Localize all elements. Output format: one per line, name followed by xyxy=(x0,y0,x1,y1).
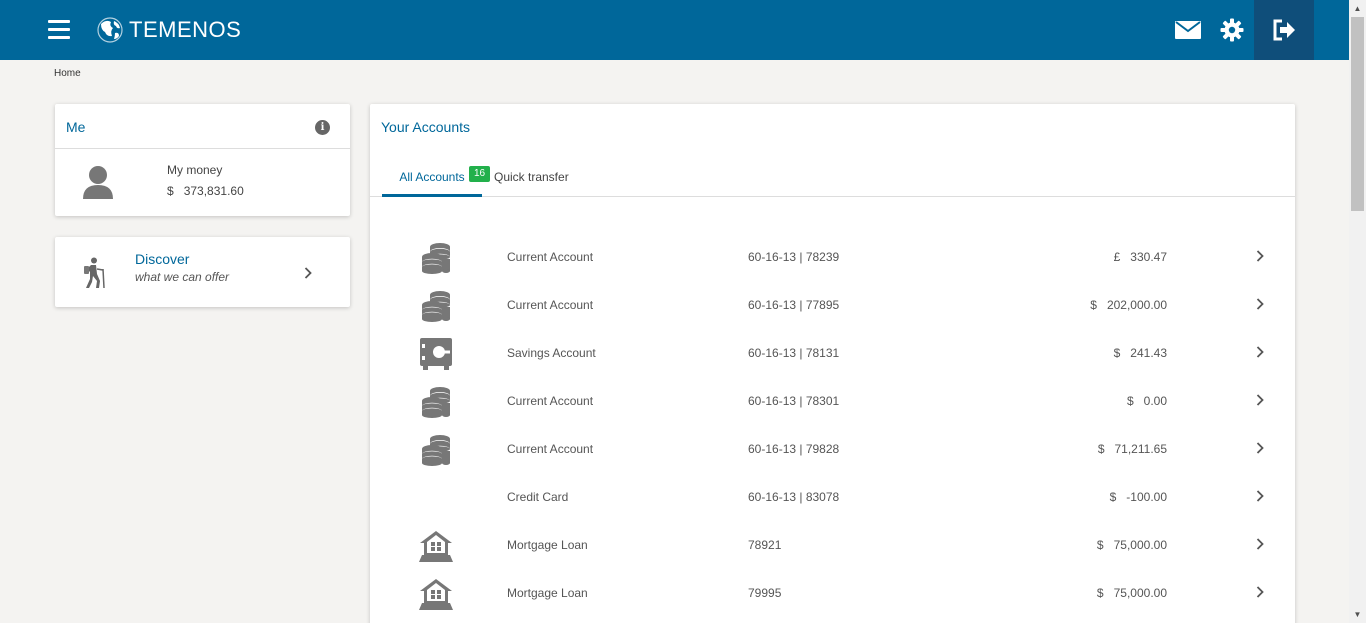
coins-icon xyxy=(418,289,454,323)
account-balance: $241.43 xyxy=(1114,346,1167,360)
account-row[interactable]: Current Account 60-16-13 | 78239 £330.47 xyxy=(370,233,1295,281)
account-balance: $75,000.00 xyxy=(1097,538,1167,552)
me-title: Me xyxy=(66,119,86,135)
balance-amount: 71,211.65 xyxy=(1114,442,1168,456)
account-balance: $75,000.00 xyxy=(1097,586,1167,600)
balance-amount: 202,000.00 xyxy=(1106,298,1167,312)
account-number: 60-16-13 | 78301 xyxy=(748,394,840,408)
account-name: Mortgage Loan xyxy=(507,538,588,552)
account-name: Credit Card xyxy=(507,490,569,504)
chevron-right-icon[interactable] xyxy=(1256,250,1264,265)
account-balance: $71,211.65 xyxy=(1098,442,1167,456)
accounts-tabs: All Accounts 16 Quick transfer xyxy=(370,159,1295,197)
discover-subtitle: what we can offer xyxy=(135,270,230,284)
balance-amount: 0.00 xyxy=(1143,394,1167,408)
account-number: 78921 xyxy=(748,538,782,552)
tab-all-accounts[interactable]: All Accounts 16 xyxy=(382,166,490,197)
account-number: 60-16-13 | 79828 xyxy=(748,442,840,456)
currency-symbol: $ xyxy=(1090,298,1097,312)
avatar-icon xyxy=(83,166,113,199)
scroll-down-icon[interactable]: ▼ xyxy=(1349,606,1366,623)
accounts-card: Your Accounts All Accounts 16 Quick tran… xyxy=(370,104,1295,623)
house-icon xyxy=(418,577,454,611)
account-balance: $ -100.00 xyxy=(1110,490,1167,504)
breadcrumb[interactable]: Home xyxy=(54,68,81,79)
chevron-right-icon[interactable] xyxy=(1256,586,1264,601)
coins-icon xyxy=(418,385,454,419)
brand-name: TEMENOS xyxy=(129,17,242,42)
account-row[interactable]: Current Account 60-16-13 | 79828 $71,211.6… xyxy=(370,425,1295,473)
chevron-right-icon[interactable] xyxy=(1256,346,1264,361)
account-balance: $202,000.00 xyxy=(1090,298,1167,312)
logout-button[interactable] xyxy=(1254,0,1314,60)
currency-symbol: $ xyxy=(1109,490,1117,504)
account-number: 79995 xyxy=(748,586,782,600)
house-icon xyxy=(418,529,454,563)
balance-amount: 330.47 xyxy=(1130,250,1167,264)
accounts-title: Your Accounts xyxy=(381,119,470,135)
currency-symbol: $ xyxy=(1126,394,1134,408)
balance-amount: 75,000.00 xyxy=(1113,586,1167,600)
tab-quick-transfer[interactable]: Quick transfer xyxy=(494,170,569,184)
me-card: Me i My money $373,831.60 xyxy=(55,104,350,216)
hiker-icon xyxy=(84,257,105,289)
account-row[interactable]: Current Account 60-16-13 | 77895 $202,000.… xyxy=(370,281,1295,329)
account-row[interactable]: Savings Account 60-16-13 | 78131 $241.43 xyxy=(370,329,1295,377)
currency-symbol: $ xyxy=(1096,586,1104,600)
account-number: 60-16-13 | 83078 xyxy=(748,490,840,504)
account-name: Current Account xyxy=(507,298,594,312)
discover-card[interactable]: Discover what we can offer xyxy=(55,237,350,307)
tab-label: All Accounts xyxy=(399,170,465,184)
mail-icon[interactable] xyxy=(1170,0,1206,60)
chevron-right-icon[interactable] xyxy=(1256,394,1264,409)
account-number: 60-16-13 | 78239 xyxy=(748,250,840,264)
me-card-header: Me i xyxy=(55,104,350,149)
scroll-up-icon[interactable]: ▲ xyxy=(1349,0,1366,17)
currency-symbol: £ xyxy=(1113,250,1121,264)
globe-icon xyxy=(97,17,123,43)
currency-symbol: $ xyxy=(1097,442,1105,456)
account-name: Current Account xyxy=(507,442,594,456)
account-name: Current Account xyxy=(507,394,594,408)
chevron-right-icon[interactable] xyxy=(1256,538,1264,553)
account-number: 60-16-13 | 77895 xyxy=(748,298,840,312)
account-icon-placeholder xyxy=(418,481,454,515)
safe-icon xyxy=(418,337,454,371)
menu-icon[interactable] xyxy=(48,20,70,40)
currency-symbol: $ xyxy=(1096,538,1104,552)
my-money-amount: 373,831.60 xyxy=(183,184,244,198)
account-name: Savings Account xyxy=(507,346,596,360)
currency-symbol: $ xyxy=(167,184,174,198)
account-row[interactable]: Credit Card 60-16-13 | 83078 $ -100.00 xyxy=(370,473,1295,521)
chevron-right-icon[interactable] xyxy=(1256,490,1264,505)
currency-symbol: $ xyxy=(1113,346,1121,360)
account-name: Mortgage Loan xyxy=(507,586,588,600)
coins-icon xyxy=(418,241,454,275)
gear-icon[interactable] xyxy=(1214,0,1250,60)
top-bar: TEMENOS xyxy=(0,0,1349,60)
account-row[interactable]: Mortgage Loan 79995 $75,000.00 xyxy=(370,569,1295,617)
chevron-right-icon[interactable] xyxy=(1256,442,1264,457)
balance-amount: 75,000.00 xyxy=(1113,538,1167,552)
balance-amount: 241.43 xyxy=(1130,346,1167,360)
account-row[interactable]: Current Account 60-16-13 | 78301 $0.00 xyxy=(370,377,1295,425)
coins-icon xyxy=(418,433,454,467)
account-count-badge: 16 xyxy=(469,166,490,182)
account-number: 60-16-13 | 78131 xyxy=(748,346,840,360)
account-balance: $0.00 xyxy=(1127,394,1167,408)
chevron-right-icon[interactable] xyxy=(1256,298,1264,313)
discover-title: Discover xyxy=(135,251,190,267)
page-scrollbar[interactable]: ▲ ▼ xyxy=(1349,0,1366,623)
account-row[interactable]: Mortgage Loan 78921 $75,000.00 xyxy=(370,521,1295,569)
chevron-right-icon[interactable] xyxy=(304,267,312,279)
balance-amount: -100.00 xyxy=(1126,490,1167,504)
logout-icon xyxy=(1273,19,1295,41)
scroll-thumb[interactable] xyxy=(1351,17,1364,211)
brand-logo[interactable]: TEMENOS xyxy=(95,14,241,46)
account-name: Current Account xyxy=(507,250,594,264)
info-icon[interactable]: i xyxy=(315,120,330,135)
my-money-label: My money xyxy=(167,163,223,177)
my-money-value: $373,831.60 xyxy=(167,184,244,198)
account-balance: £330.47 xyxy=(1114,250,1167,264)
